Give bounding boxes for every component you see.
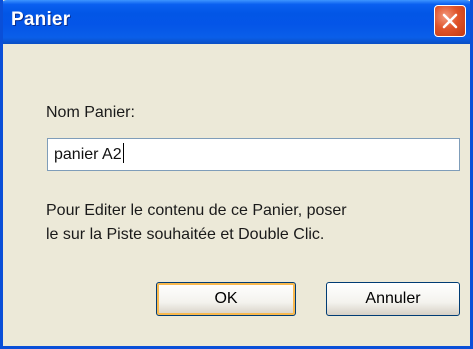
close-button[interactable] bbox=[434, 5, 466, 37]
instructions-line-2: le sur la Piste souhaitée et Double Clic… bbox=[46, 226, 325, 243]
instructions-text: Pour Editer le contenu de ce Panier, pos… bbox=[46, 199, 466, 247]
instructions-line-1: Pour Editer le contenu de ce Panier, pos… bbox=[46, 202, 347, 219]
basket-name-input[interactable]: panier A2 bbox=[47, 138, 460, 171]
ok-button[interactable]: OK bbox=[156, 282, 296, 316]
panier-dialog: Panier Nom Panier: panier A2 Pour Editer… bbox=[0, 0, 473, 349]
close-icon bbox=[442, 13, 458, 29]
name-label: Nom Panier: bbox=[46, 104, 135, 121]
basket-name-value: panier A2 bbox=[54, 146, 122, 163]
window-title: Panier bbox=[11, 9, 71, 30]
text-caret bbox=[122, 143, 124, 163]
cancel-button[interactable]: Annuler bbox=[326, 282, 460, 316]
title-bar[interactable]: Panier bbox=[3, 0, 470, 44]
